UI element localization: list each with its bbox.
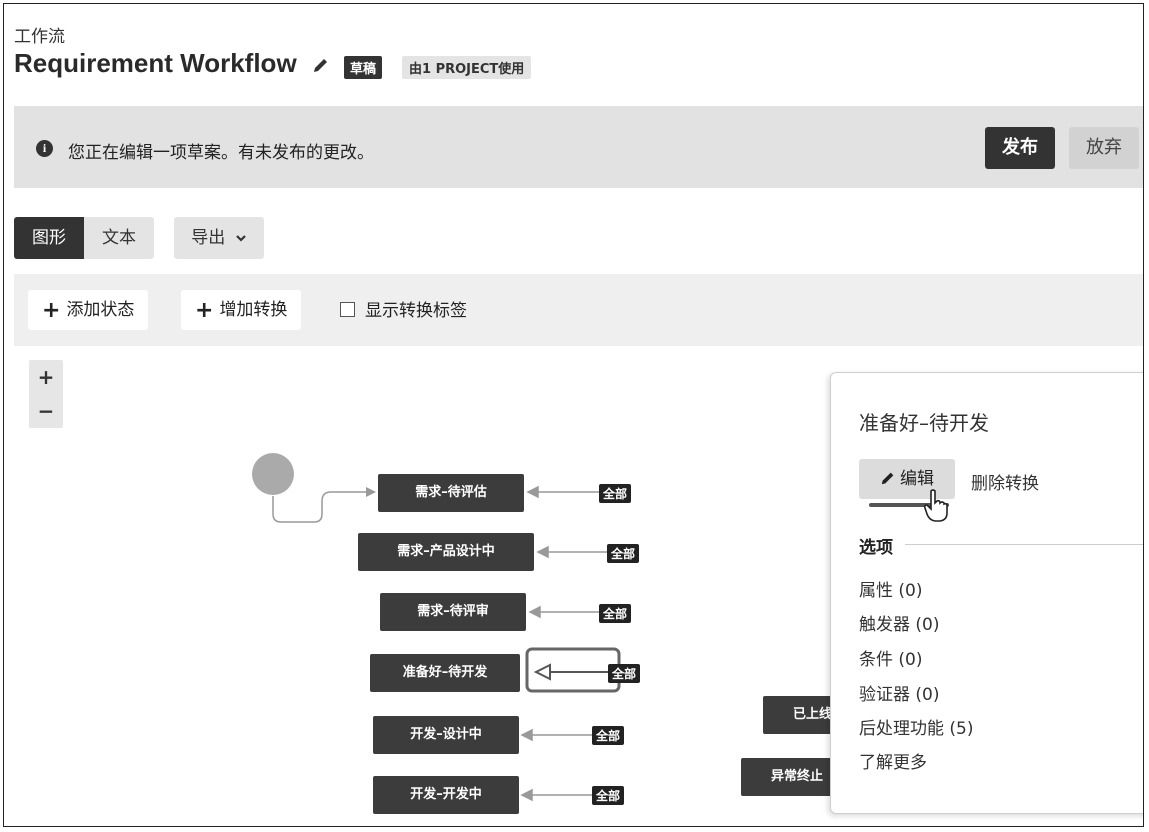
edit-title-pencil-icon[interactable] [312,56,330,74]
hand-cursor-icon [923,489,948,522]
options-heading: 选项 [859,538,893,558]
export-label: 导出 [191,228,226,248]
option-validators[interactable]: 验证器 (0) [859,680,939,705]
divider [905,544,1143,545]
tab-text[interactable]: 文本 [84,217,154,259]
state-node[interactable]: 开发–设计中 [373,716,519,754]
all-transition-tag[interactable]: 全部 [607,544,640,563]
state-node[interactable]: 准备好–待开发 [370,654,520,692]
banner-message: 您正在编辑一项草案。有未发布的更改。 [68,143,374,163]
learn-more-link[interactable]: 了解更多 [859,748,927,773]
project-usage-badge[interactable]: 由1 PROJECT使用 [402,56,532,79]
publish-button[interactable]: 发布 [985,127,1055,169]
all-transition-tag[interactable]: 全部 [592,726,625,745]
plus-icon: + [42,298,61,323]
chevron-down-icon [235,235,246,242]
diagram-toolbar: + 添加状态 + 增加转换 显示转换标签 [14,274,1143,346]
option-conditions[interactable]: 条件 (0) [859,645,922,670]
state-node[interactable]: 需求–产品设计中 [358,533,534,571]
state-node[interactable]: 需求–待评估 [378,474,524,512]
zoom-in-button[interactable]: + [29,360,63,394]
add-transition-label: 增加转换 [219,300,288,320]
plus-icon: + [195,298,214,323]
add-transition-button[interactable]: + 增加转换 [181,290,302,330]
draft-banner: i 您正在编辑一项草案。有未发布的更改。 发布 放弃 [14,106,1143,188]
page-title: Requirement Workflow [14,48,297,78]
tab-graph[interactable]: 图形 [14,217,84,259]
draft-badge: 草稿 [344,56,383,79]
breadcrumb[interactable]: 工作流 [14,22,65,47]
all-transition-tag[interactable]: 全部 [599,484,632,503]
info-icon: i [36,140,53,157]
zoom-controls: + − [29,360,63,428]
all-transition-tag[interactable]: 全部 [592,786,625,805]
all-transition-tag[interactable]: 全部 [599,604,632,623]
transition-detail-panel: 准备好–待开发 编辑 删除转换 选项 属性 (0) 触发器 (0) 条件 (0)… [830,372,1143,814]
state-node[interactable]: 需求–待评审 [380,593,526,631]
all-transition-tag[interactable]: 全部 [608,664,641,683]
edit-label: 编辑 [900,469,934,489]
start-node[interactable] [252,453,294,495]
add-state-button[interactable]: + 添加状态 [28,290,149,330]
pencil-icon [881,472,894,485]
checkbox-box[interactable] [340,302,355,317]
discard-button[interactable]: 放弃 [1069,127,1139,169]
zoom-out-button[interactable]: − [29,394,63,428]
option-properties[interactable]: 属性 (0) [859,576,922,601]
panel-title: 准备好–待开发 [859,411,989,435]
option-triggers[interactable]: 触发器 (0) [859,610,939,635]
show-labels-label: 显示转换标签 [365,301,467,321]
option-post-functions[interactable]: 后处理功能 (5) [859,714,973,739]
export-dropdown[interactable]: 导出 [174,217,264,259]
add-state-label: 添加状态 [66,300,135,320]
show-labels-checkbox[interactable]: 显示转换标签 [340,296,467,321]
state-node[interactable]: 开发–开发中 [373,776,519,814]
workflow-editor-window: 工作流 Requirement Workflow 草稿 由1 PROJECT使用… [3,3,1144,827]
delete-transition-link[interactable]: 删除转换 [971,469,1039,494]
